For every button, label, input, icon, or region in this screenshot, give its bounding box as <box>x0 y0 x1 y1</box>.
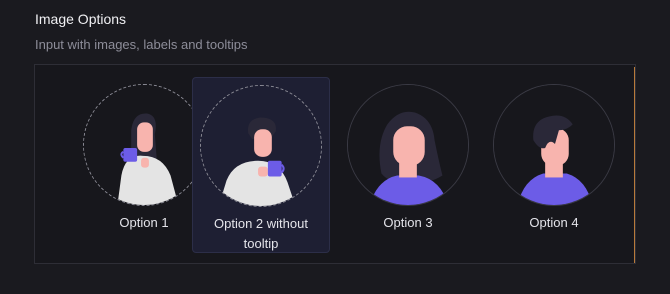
page-subtitle: Input with images, labels and tooltips <box>35 37 248 52</box>
man-avatar-icon <box>493 84 615 206</box>
woman-avatar-icon <box>347 84 469 206</box>
option-label: Option 4 <box>529 215 579 230</box>
option-label: Option 1 <box>119 215 169 230</box>
man-coffee-avatar-icon <box>200 85 322 207</box>
image-option-4[interactable]: Option 4 <box>485 77 623 253</box>
option-label: Option 2 without tooltip <box>214 216 308 251</box>
image-option-2[interactable]: Option 2 without tooltip <box>192 77 330 253</box>
scrollbar-accent <box>634 67 635 263</box>
woman-coffee-avatar-icon <box>83 84 205 206</box>
option-label: Option 3 <box>383 215 433 230</box>
image-option-3[interactable]: Option 3 <box>339 77 477 253</box>
page-title: Image Options <box>35 11 127 27</box>
image-options-group: Option 1 Option 2 without tooltip Option… <box>34 64 636 264</box>
